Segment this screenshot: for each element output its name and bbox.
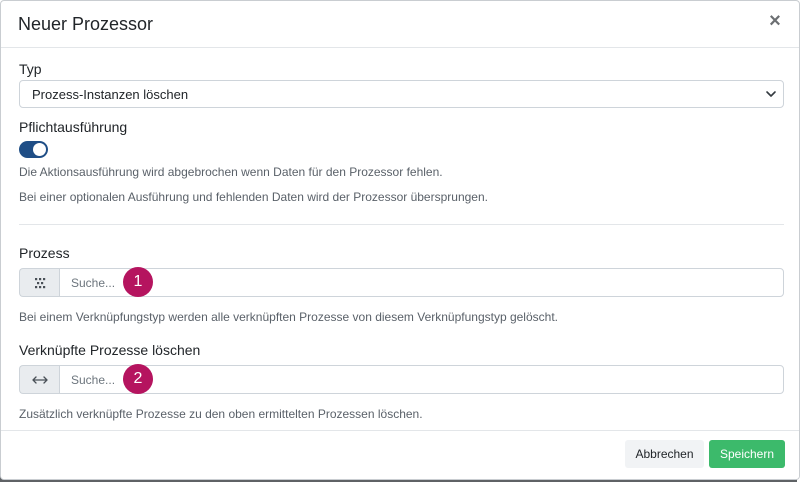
- modal-body: Typ Prozess-Instanzen löschen Pflichtaus…: [1, 48, 799, 421]
- verknuepft-search-group: Suche... 2: [19, 364, 784, 394]
- verknuepft-label: Verknüpfte Prozesse löschen: [19, 342, 201, 358]
- link-arrows-icon: [19, 365, 59, 394]
- close-icon[interactable]: ×: [765, 11, 785, 33]
- verknuepft-search-placeholder: Suche...: [71, 372, 116, 387]
- verknuepft-search-input[interactable]: Suche... 2: [59, 364, 784, 394]
- cancel-button[interactable]: Abbrechen: [625, 440, 704, 468]
- step-badge-2: 2: [123, 364, 153, 394]
- typ-label: Typ: [19, 61, 42, 77]
- pflicht-label: Pflichtausführung: [19, 119, 128, 135]
- save-button[interactable]: Speichern: [709, 440, 785, 468]
- step-badge-1: 1: [123, 267, 153, 297]
- pflicht-help-1: Die Aktionsausführung wird abgebrochen w…: [19, 165, 443, 179]
- prozess-search-group: Suche... 1: [19, 267, 784, 297]
- section-divider: [19, 224, 784, 225]
- verknuepft-help: Zusätzlich verknüpfte Prozesse zu den ob…: [19, 407, 423, 421]
- prozess-help: Bei einem Verknüpfungstyp werden alle ve…: [19, 310, 558, 324]
- modal-header: Neuer Prozessor ×: [1, 1, 799, 48]
- toggle-knob: [33, 143, 46, 156]
- prozess-search-input[interactable]: Suche... 1: [59, 267, 784, 297]
- pflicht-help-2: Bei einer optionalen Ausführung und fehl…: [19, 190, 488, 204]
- typ-selected-value: Prozess-Instanzen löschen: [32, 86, 189, 102]
- chevron-down-icon: [766, 91, 776, 97]
- new-processor-modal: Neuer Prozessor × Typ Prozess-Instanzen …: [0, 0, 800, 480]
- process-grid-icon: [19, 268, 59, 297]
- prozess-label: Prozess: [19, 245, 70, 261]
- prozess-search-placeholder: Suche...: [71, 275, 116, 290]
- modal-title: Neuer Prozessor: [18, 13, 154, 34]
- pflicht-toggle[interactable]: [19, 141, 48, 158]
- typ-select[interactable]: Prozess-Instanzen löschen: [19, 80, 784, 108]
- modal-footer: Abbrechen Speichern: [1, 430, 799, 479]
